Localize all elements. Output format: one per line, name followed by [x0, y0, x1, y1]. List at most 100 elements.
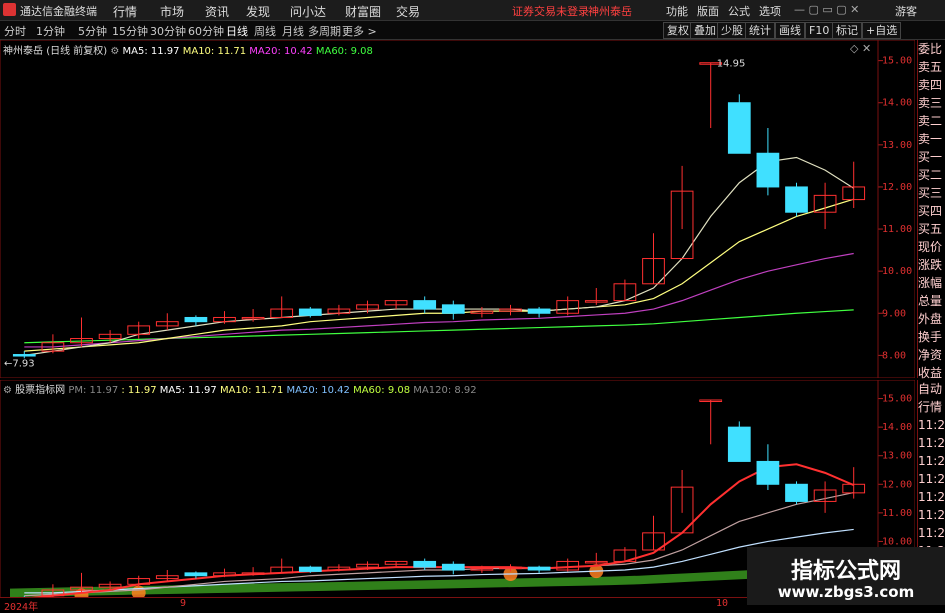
overlay-button[interactable]: 叠加	[690, 22, 720, 39]
y-tick-label: 15.00	[882, 56, 912, 67]
site-watermark: 指标公式网 www.zbgs3.com	[747, 547, 945, 605]
quote-field-item[interactable]: 净资	[918, 346, 945, 364]
quote-sub-item[interactable]: 11:26	[918, 470, 945, 488]
quote-sub-item[interactable]: 11:26	[918, 452, 945, 470]
tab-monthly[interactable]: 月线	[282, 23, 304, 39]
quote-sub-item[interactable]: 11:26	[918, 416, 945, 434]
menu-item-news[interactable]: 资讯	[205, 3, 229, 20]
candle	[785, 483, 808, 502]
quote-field-item[interactable]: 外盘	[918, 310, 945, 328]
menu-item-function[interactable]: 功能	[666, 3, 688, 19]
tab-intraday[interactable]: 分时	[4, 23, 26, 39]
guest-label[interactable]: 游客	[895, 3, 917, 19]
tab-60min[interactable]: 60分钟	[188, 23, 224, 39]
quote-sub-item[interactable]: 行情	[918, 398, 945, 416]
window-controls[interactable]: — ▢ ▭ ▢ ✕	[794, 3, 859, 16]
current-stock-name: 神州泰岳	[588, 5, 632, 18]
quote-field-item[interactable]: 涨幅	[918, 274, 945, 292]
y-tick-label: 15.00	[882, 394, 912, 405]
f10-button[interactable]: F10	[805, 22, 834, 39]
quote-field-item[interactable]: 现价	[918, 238, 945, 256]
y-tick-label: 13.00	[882, 451, 912, 462]
candle	[12, 354, 36, 357]
y-tick-label: 10.00	[882, 536, 912, 547]
tab-15min[interactable]: 15分钟	[112, 23, 148, 39]
y-tick-label: 11.00	[882, 224, 912, 235]
adjust-button[interactable]: 复权	[663, 22, 693, 39]
tab-5min[interactable]: 5分钟	[78, 23, 107, 39]
quote-field-item[interactable]: 卖二	[918, 112, 945, 130]
y-tick-label: 11.00	[882, 508, 912, 519]
candle	[413, 300, 437, 310]
menu-item-ask[interactable]: 问小达	[290, 3, 326, 20]
draw-line-button[interactable]: 画线	[775, 22, 805, 39]
menu-item-layout[interactable]: 版面	[697, 3, 719, 19]
y-tick-label: 14.00	[882, 98, 912, 109]
quote-field-item[interactable]: 卖一	[918, 130, 945, 148]
quote-sub-item[interactable]: 11:26	[918, 434, 945, 452]
tab-daily[interactable]: 日线	[226, 23, 248, 39]
quote-sub-item[interactable]: 11:26	[918, 488, 945, 506]
quote-field-item[interactable]: 涨跌	[918, 256, 945, 274]
candle	[727, 102, 751, 154]
period-toolbar: 分时 1分钟 5分钟 15分钟 30分钟 60分钟 日线 周线 月线 多周期 更…	[0, 21, 945, 40]
candle	[756, 460, 780, 485]
quote-field-item[interactable]: 委比	[918, 40, 945, 58]
high-price-label: 14.95	[717, 59, 746, 70]
menu-item-markets[interactable]: 市场	[160, 3, 184, 20]
menu-item-trade[interactable]: 交易	[396, 3, 420, 20]
candle	[527, 566, 551, 571]
quote-sub-item[interactable]: 11:26	[918, 506, 945, 524]
y-tick-label: 9.00	[882, 308, 906, 319]
menu-item-market[interactable]: 行情	[113, 3, 137, 20]
candle	[756, 152, 780, 188]
quote-field-item[interactable]: 总量	[918, 292, 945, 310]
tab-more[interactable]: 更多 >	[342, 23, 377, 39]
candle	[413, 560, 437, 568]
candle	[298, 566, 322, 572]
panel-border	[0, 40, 915, 378]
menu-item-options[interactable]: 选项	[759, 3, 781, 19]
quote-field-item[interactable]: 买三	[918, 184, 945, 202]
app-title: 通达信金融终端	[20, 5, 97, 18]
y-tick-label: 12.00	[882, 479, 912, 490]
main-kline-chart[interactable]: 15.00 14.00 13.00 12.00 11.00 10.00 9.00 8.00 14…	[0, 40, 915, 378]
x-label-sep: 9	[180, 598, 187, 609]
fewer-stocks-button[interactable]: 少股	[717, 22, 747, 39]
mark-button[interactable]: 标记	[832, 22, 862, 39]
candle	[184, 572, 208, 577]
menu-item-wealth[interactable]: 财富圈	[345, 3, 381, 20]
candle	[527, 308, 551, 314]
quote-field-item[interactable]: 买二	[918, 166, 945, 184]
tab-weekly[interactable]: 周线	[254, 23, 276, 39]
quote-field-item[interactable]: 卖三	[918, 94, 945, 112]
quote-field-item[interactable]: 买一	[918, 148, 945, 166]
statistics-button[interactable]: 统计	[745, 22, 775, 39]
quote-sub-item[interactable]: 11:26	[918, 524, 945, 542]
menu-bar: 通达信金融终端 行情 市场 资讯 发现 问小达 财富圈 交易 证券交易未登录 神…	[0, 0, 945, 21]
tab-1min[interactable]: 1分钟	[36, 23, 65, 39]
candle	[727, 426, 751, 462]
candle	[441, 563, 465, 571]
add-watchlist-button[interactable]: +自选	[862, 22, 902, 39]
tab-multi-period[interactable]: 多周期	[308, 23, 341, 39]
watermark-title: 指标公式网	[790, 559, 901, 584]
y-tick-label: 12.00	[882, 182, 912, 193]
menu-item-formula[interactable]: 公式	[728, 3, 750, 19]
quote-field-item[interactable]: 换手	[918, 328, 945, 346]
x-label-oct: 10	[716, 598, 729, 609]
y-tick-label: 10.00	[882, 266, 912, 277]
y-tick-label: 8.00	[882, 350, 906, 361]
x-label-year: 2024年	[4, 602, 39, 613]
quote-field-item[interactable]: 卖五	[918, 58, 945, 76]
login-warning[interactable]: 证券交易未登录	[512, 3, 589, 19]
quote-field-item[interactable]: 卖四	[918, 76, 945, 94]
quote-sub-item[interactable]: 自动	[918, 380, 945, 398]
candle	[184, 316, 208, 323]
tab-30min[interactable]: 30分钟	[150, 23, 186, 39]
menu-item-discover[interactable]: 发现	[246, 3, 270, 20]
quote-field-item[interactable]: 买四	[918, 202, 945, 220]
y-tick-label: 13.00	[882, 140, 912, 151]
y-tick-label: 14.00	[882, 422, 912, 433]
quote-field-item[interactable]: 买五	[918, 220, 945, 238]
